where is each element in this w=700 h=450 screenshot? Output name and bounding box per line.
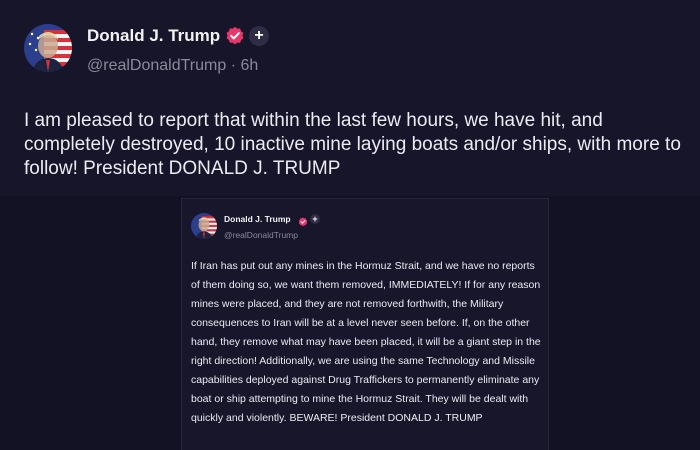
post-body: If Iran has put out any mines in the Hor… <box>191 257 543 428</box>
avatar-image <box>24 24 72 72</box>
follow-plus-icon[interactable]: + <box>249 26 269 46</box>
handle-and-time: @realDonaldTrump · 6h <box>87 57 259 74</box>
avatar-image <box>191 213 217 239</box>
display-name[interactable]: Donald J. Trump <box>87 26 220 46</box>
verified-badge-icon <box>298 214 308 227</box>
handle: @realDonaldTrump <box>224 230 298 240</box>
avatar[interactable] <box>191 213 217 239</box>
display-name[interactable]: Donald J. Trump <box>224 214 291 224</box>
post-body-text: If Iran has put out any mines in the Hor… <box>191 260 541 424</box>
page: Donald J. Trump + @realDonaldTrump · 6h … <box>0 0 700 450</box>
main-post: Donald J. Trump + @realDonaldTrump · 6h … <box>0 0 700 196</box>
follow-plus-icon[interactable]: + <box>310 214 320 224</box>
verified-badge-icon <box>225 26 245 46</box>
post-body: I am pleased to report that within the l… <box>24 110 681 179</box>
avatar[interactable] <box>24 24 72 72</box>
embedded-post[interactable]: Donald J. Trump + @realDonaldTrump If Ir… <box>181 198 549 450</box>
